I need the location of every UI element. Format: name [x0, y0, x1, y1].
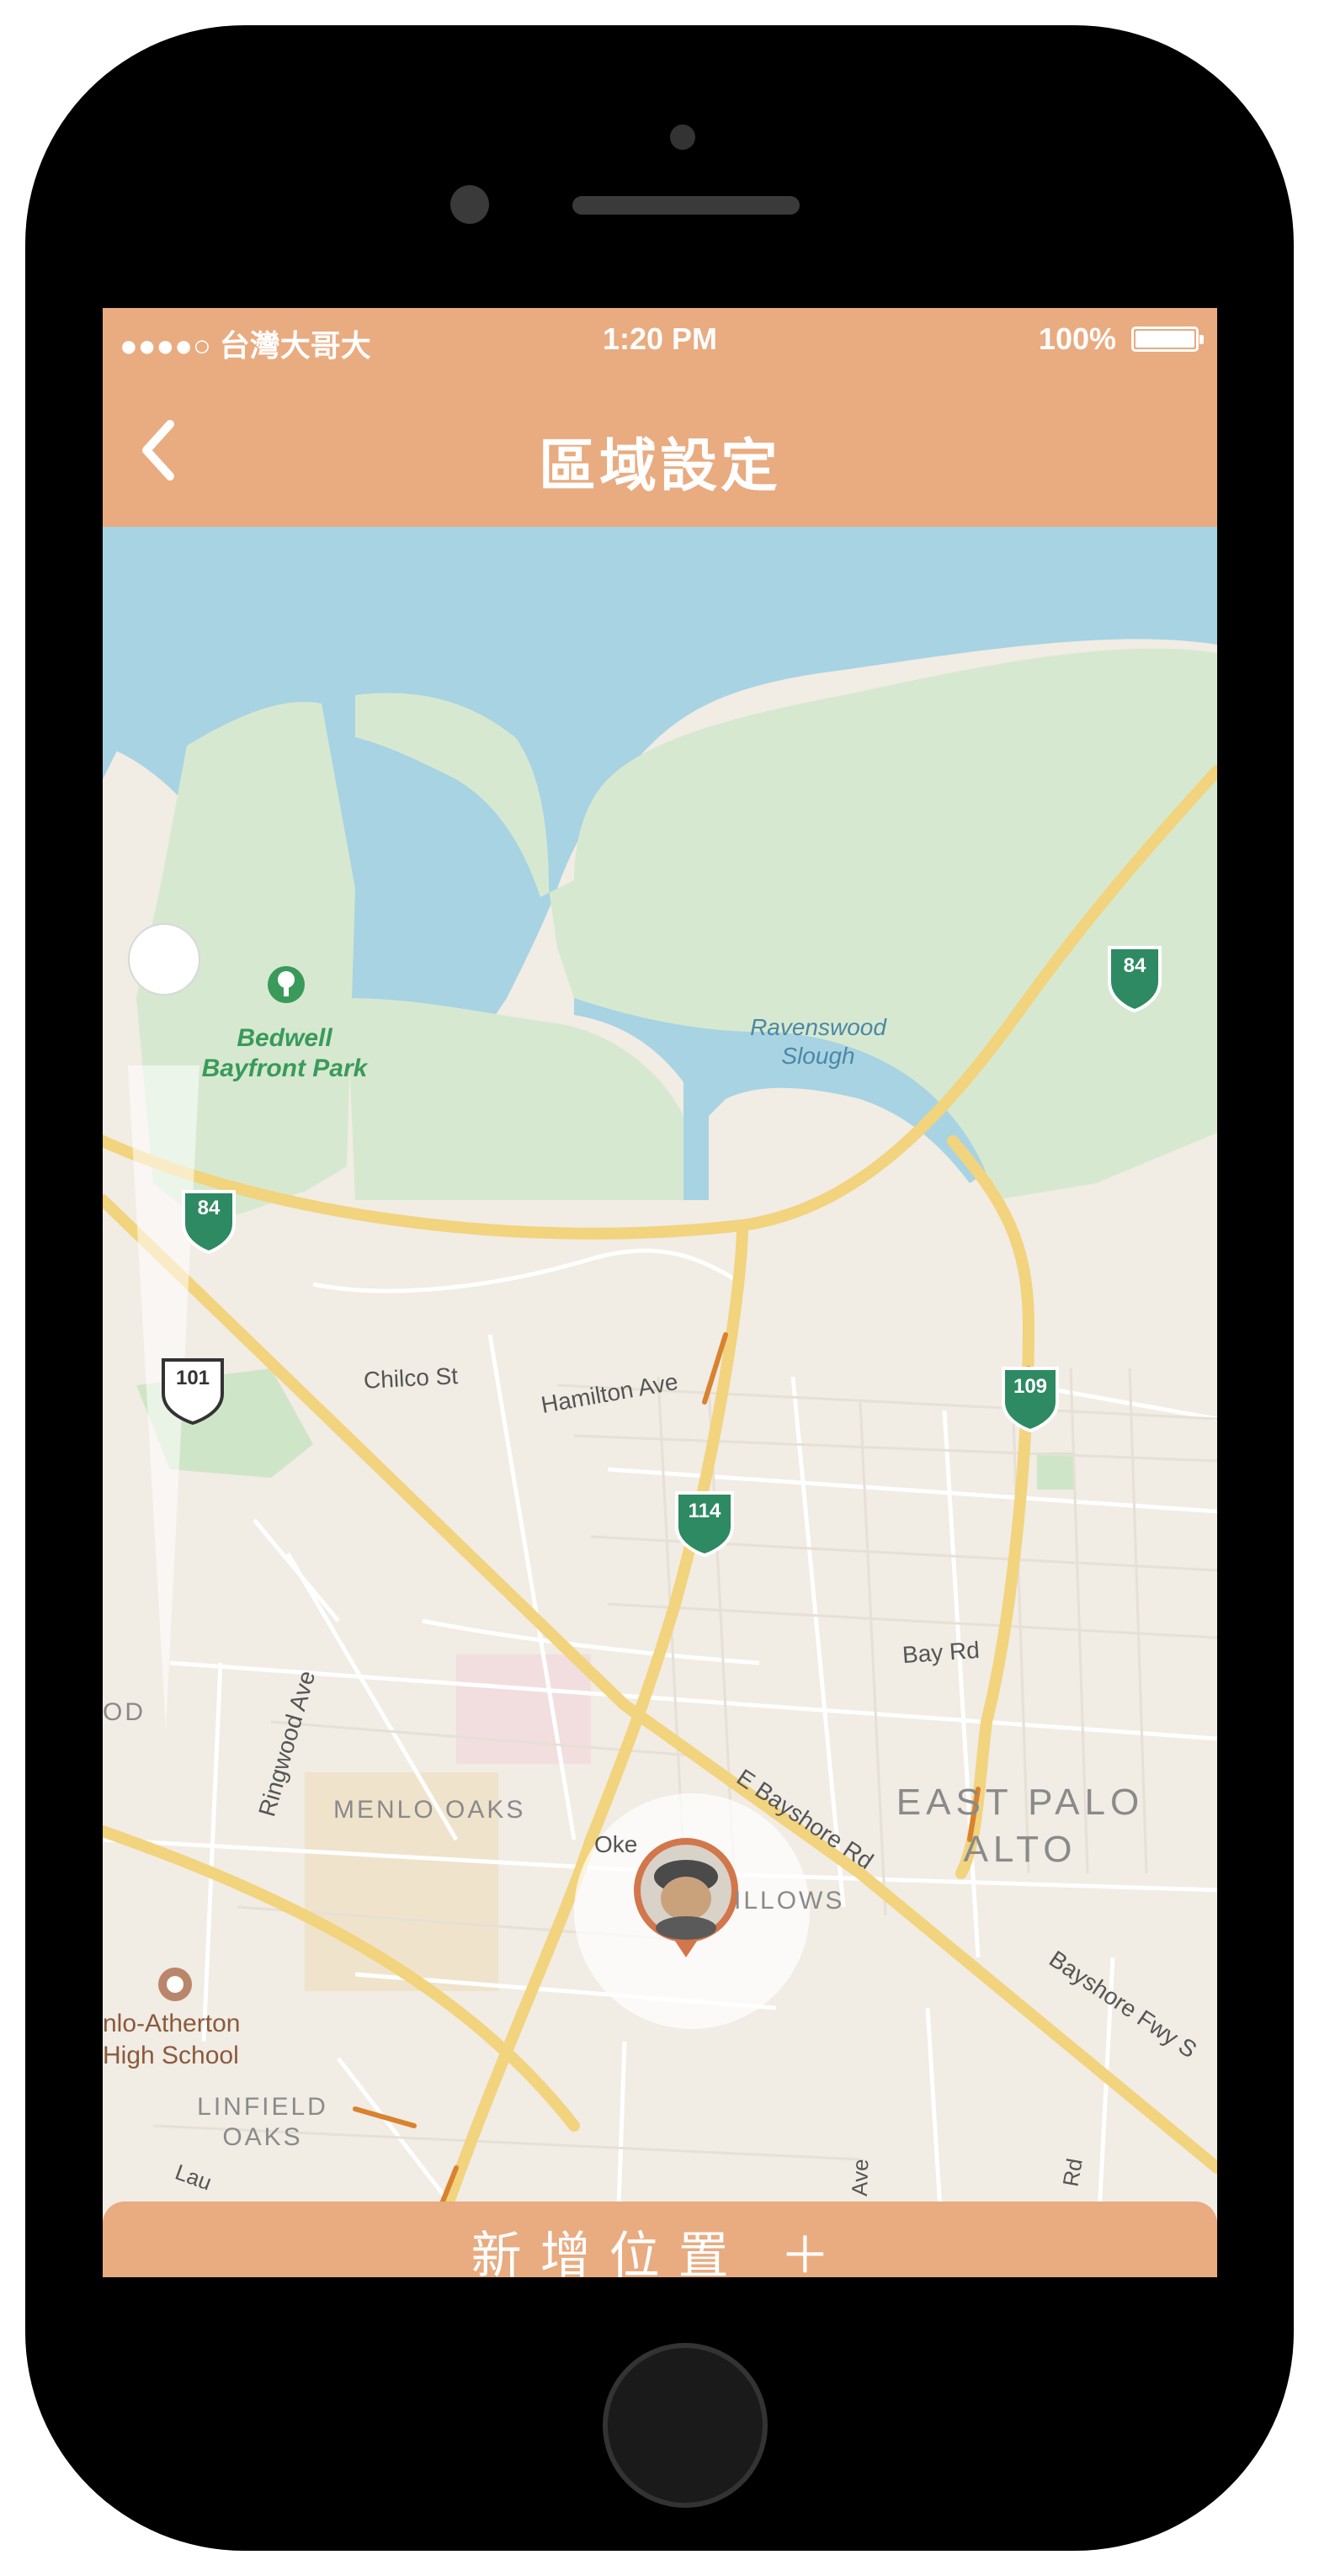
hwy101-label: 101 [175, 1367, 210, 1389]
hwy84-label-left: 84 [197, 1197, 221, 1219]
label-bedwell-park: Bedwell Bayfront Park [201, 1024, 368, 1082]
page-title: 區域設定 [538, 434, 781, 498]
front-camera [450, 185, 489, 224]
label-linfield-oaks: LINFIELD OAKS [197, 2093, 328, 2151]
label-ave: Ave [846, 2158, 874, 2197]
park-patch-right [1037, 1453, 1074, 1490]
speaker-grill [572, 196, 800, 215]
pink-block [456, 1654, 591, 1764]
status-bar: ●●●●○ 台灣大哥大 1:20 PM 100% [103, 308, 1217, 370]
add-location-button[interactable]: 新增位置 ＋ [103, 2202, 1217, 2277]
label-high-school: nlo-Atherton High School [103, 2010, 241, 2069]
navigation-bar: 區域設定 [103, 370, 1217, 527]
label-menlo-oaks: MENLO OAKS [333, 1796, 526, 1824]
label-bay-rd: Bay Rd [901, 1636, 981, 1669]
map-canvas [103, 527, 1217, 2277]
battery-percent: 100% [1038, 321, 1116, 356]
battery-icon [1131, 327, 1204, 352]
camera-dot [670, 125, 695, 150]
hwy114-label: 114 [688, 1500, 721, 1522]
map-view[interactable]: Bedwell Bayfront Park Ravenswood Slough … [103, 527, 1217, 2277]
app-screen: ●●●●○ 台灣大哥大 1:20 PM 100% 區域設定 Bedwell Ba… [103, 308, 1217, 2277]
label-ravenswood-slough: Ravenswood Slough [750, 1014, 886, 1069]
label-east-palo-alto: EAST PALO ALTO [896, 1782, 1145, 1870]
label-chilco-st: Chilco St [363, 1362, 459, 1394]
compass-knob [128, 923, 200, 996]
label-willows: ILLOWS [734, 1887, 845, 1915]
label-oke: Oke [594, 1831, 638, 1857]
hwy109-label: 109 [1013, 1375, 1048, 1398]
label-rd: Rd [1057, 2156, 1088, 2189]
label-od: OD [103, 1698, 146, 1726]
home-button[interactable] [603, 2343, 768, 2508]
hwy84-label-top: 84 [1123, 954, 1146, 977]
